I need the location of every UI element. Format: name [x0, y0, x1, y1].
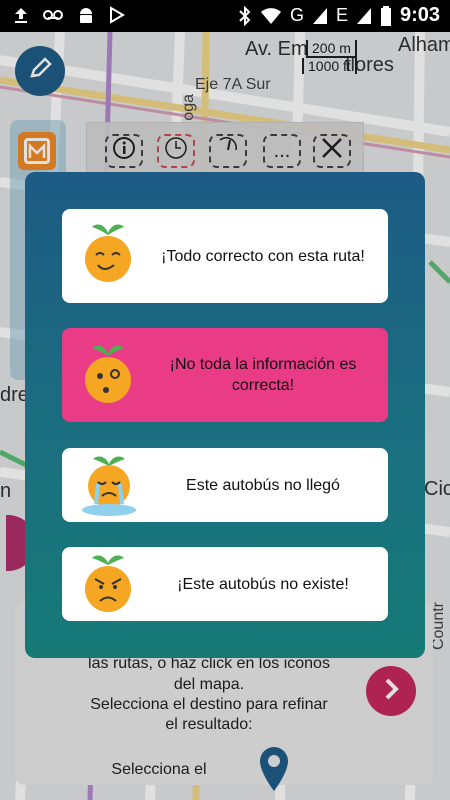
android-icon — [76, 5, 96, 25]
battery-icon — [380, 5, 392, 26]
crying-face-icon — [80, 452, 138, 523]
option-bus-not-exist-label: ¡Este autobús no existe! — [177, 575, 349, 593]
play-store-icon — [108, 6, 126, 24]
option-info-incorrect-label: ¡No toda la información es correcta! — [169, 356, 357, 394]
option-info-incorrect[interactable]: ¡No toda la información es correcta! — [62, 328, 388, 422]
signal-icon — [312, 7, 328, 25]
upload-icon — [12, 6, 30, 24]
bluetooth-icon — [238, 5, 252, 26]
network-type-g: G — [289, 5, 304, 25]
angry-face-icon — [82, 551, 134, 622]
confused-face-icon — [82, 340, 134, 411]
voicemail-icon — [42, 6, 64, 24]
option-all-correct-label: ¡Todo correcto con esta ruta! — [161, 247, 365, 265]
wifi-icon — [260, 7, 282, 25]
status-bar: G E 9:03 — [0, 0, 450, 32]
feedback-dialog: ¡Todo correcto con esta ruta! ¡No toda l… — [25, 172, 425, 658]
happy-face-icon — [82, 219, 134, 290]
option-bus-not-arrived-label: Este autobús no llegó — [186, 476, 340, 494]
option-bus-not-arrived[interactable]: Este autobús no llegó — [62, 448, 388, 522]
clock-time: 9:03 — [399, 4, 440, 26]
option-all-correct[interactable]: ¡Todo correcto con esta ruta! — [62, 209, 388, 303]
option-bus-not-exist[interactable]: ¡Este autobús no existe! — [62, 547, 388, 621]
network-type-e: E — [335, 5, 348, 25]
signal-icon-2 — [356, 7, 372, 25]
